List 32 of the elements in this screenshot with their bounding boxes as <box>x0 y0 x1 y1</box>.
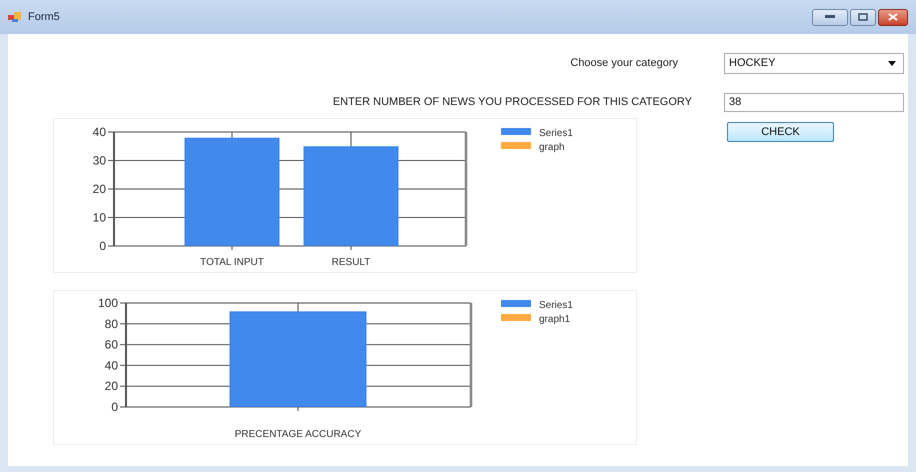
axis-tick-label: 40 <box>104 358 118 372</box>
minimize-button[interactable] <box>812 8 848 26</box>
maximize-button[interactable] <box>850 8 876 26</box>
category-label: RESULT <box>332 257 370 268</box>
minimize-icon <box>825 15 835 19</box>
legend-label: Series1 <box>539 300 573 311</box>
close-button[interactable] <box>878 8 908 26</box>
news-count-label: ENTER NUMBER OF NEWS YOU PROCESSED FOR THIS CATEGORY <box>332 94 692 110</box>
axis-tick-label: 10 <box>92 210 106 224</box>
category-label: Choose your category <box>570 56 678 71</box>
legend-label: Series1 <box>539 128 573 139</box>
category-dropdown[interactable]: HOCKEY <box>724 52 904 74</box>
axis-tick-label: 0 <box>99 239 106 253</box>
category-label: TOTAL INPUT <box>200 257 264 268</box>
axis-tick-label: 60 <box>104 338 118 352</box>
dropdown-caret-icon <box>888 60 896 66</box>
legend-label: graph1 <box>539 314 570 325</box>
maximize-icon <box>858 13 868 21</box>
axis-tick-label: 30 <box>92 154 106 168</box>
axis-tick-label: 100 <box>98 296 118 310</box>
axis-tick-label: 20 <box>104 379 118 394</box>
window-title: Form5 <box>28 10 60 25</box>
app-icon <box>8 11 22 23</box>
close-icon <box>888 13 898 21</box>
axis-tick-label: 20 <box>92 182 106 196</box>
legend-label: graph <box>539 142 565 153</box>
news-count-field[interactable]: 38 <box>724 92 904 112</box>
axis-tick-label: 40 <box>92 125 106 139</box>
category-label: PRECENTAGE ACCURACY <box>234 429 362 440</box>
check-button[interactable]: CHECK <box>727 122 834 142</box>
axis-tick-label: 0 <box>111 400 118 414</box>
axis-tick-label: 80 <box>104 316 118 331</box>
